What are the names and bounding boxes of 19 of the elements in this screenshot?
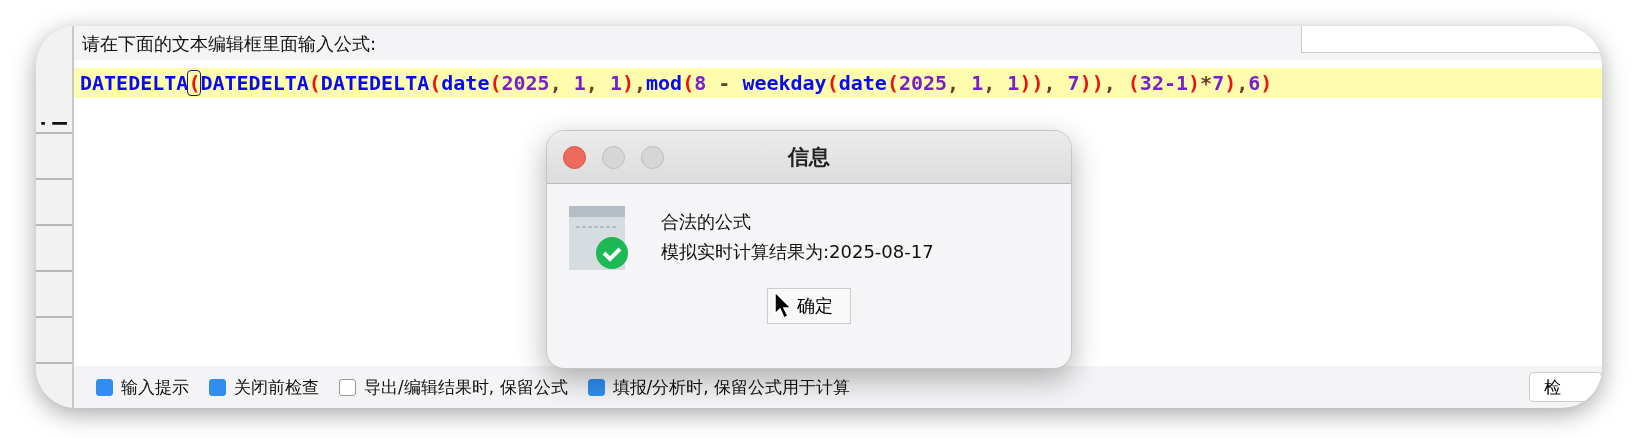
option-label: 关闭前检查 [234, 375, 319, 399]
ok-button[interactable]: 确定 [767, 288, 851, 324]
option-label: 输入提示 [121, 375, 189, 399]
checkbox[interactable] [587, 378, 605, 396]
check-button[interactable]: 检 [1529, 372, 1602, 402]
message-text: 合法的公式 [661, 210, 752, 234]
result-text: 模拟实时计算结果为:2025-08-17 [661, 240, 934, 264]
checkbox[interactable] [209, 378, 226, 396]
dialog-title: 信息 [786, 144, 831, 171]
input-field[interactable] [1301, 26, 1602, 53]
option-label: 导出/编辑结果时, 保留公式 [364, 375, 568, 399]
prompt-label: 请在下面的文本编辑框里面输入公式: [82, 32, 377, 56]
option-label: 填报/分析时, 保留公式用于计算 [612, 375, 851, 399]
checkbox[interactable] [96, 378, 113, 396]
calendar-check-icon [569, 206, 629, 270]
checkbox[interactable] [339, 378, 356, 396]
close-button[interactable] [563, 145, 586, 169]
dash-icon [40, 122, 70, 126]
cursor-icon [773, 290, 793, 320]
